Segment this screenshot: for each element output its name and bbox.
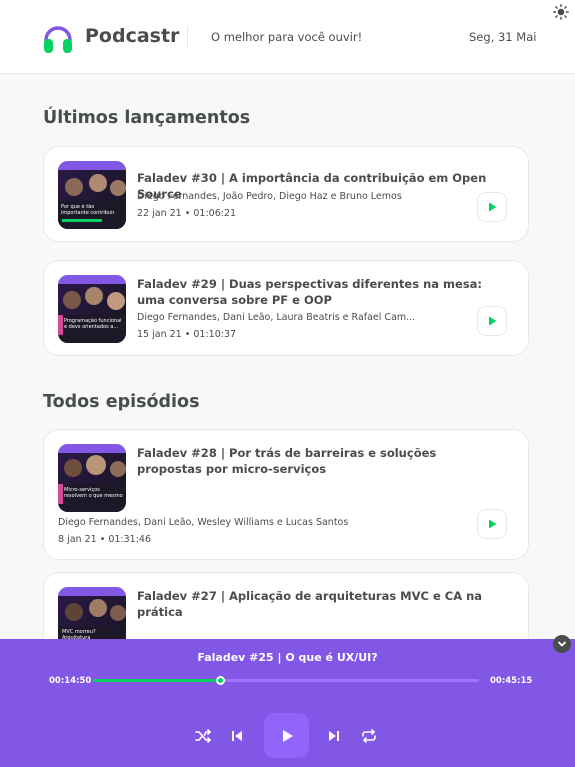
play-episode-button[interactable]	[477, 192, 507, 222]
skip-next-icon	[329, 731, 339, 741]
now-playing-title: Faladev #25 | O que é UX/UI?	[197, 651, 378, 664]
episode-thumbnail[interactable]: Programação funcional e devs orientados …	[58, 275, 126, 343]
current-date: Seg, 31 Mai	[469, 30, 537, 44]
episode-members: Diego Fernandes, Dani Leão, Wesley Willi…	[58, 517, 349, 528]
play-icon	[489, 202, 497, 212]
play-icon	[489, 519, 497, 529]
episode-title[interactable]: Faladev #27 | Aplicação de arquiteturas …	[137, 588, 497, 620]
progress-slider[interactable]	[93, 676, 479, 685]
episode-meta: 22 jan 21 • 01:06:21	[137, 208, 237, 219]
play-episode-button[interactable]	[477, 509, 507, 539]
all-episodes-section-title: Todos episódios	[43, 392, 200, 412]
headphones-icon[interactable]	[43, 22, 73, 54]
progress-handle[interactable]	[215, 676, 225, 685]
header: Podcastr O melhor para você ouvir! Seg, …	[0, 0, 575, 74]
total-time: 00:45:15	[490, 676, 533, 686]
repeat-button[interactable]	[358, 725, 380, 747]
current-time: 00:14:50	[49, 676, 92, 686]
latest-section-title: Últimos lançamentos	[43, 108, 251, 128]
episode-card[interactable]: Programação funcional e devs orientados …	[43, 260, 529, 356]
skip-previous-icon	[232, 731, 242, 741]
episode-title[interactable]: Faladev #28 | Por trás de barreiras e so…	[137, 445, 497, 477]
next-button[interactable]	[323, 725, 345, 747]
episode-title[interactable]: Faladev #29 | Duas perspectivas diferent…	[137, 276, 497, 308]
episode-thumbnail[interactable]: Micro-serviços resolvem o que mesmo	[58, 444, 126, 512]
episode-card[interactable]: Por que é tão importante contribuir em O…	[43, 146, 529, 242]
episode-members: Diego Fernandes, Dani Leão, Laura Beatri…	[137, 312, 416, 323]
shuffle-icon	[195, 729, 211, 743]
collapse-player-button[interactable]	[553, 635, 571, 653]
progress-fill	[93, 679, 220, 682]
brand-name: Podcastr	[85, 25, 180, 47]
play-icon	[489, 316, 497, 326]
chevron-down-icon	[558, 641, 566, 647]
sun-icon[interactable]	[553, 4, 569, 20]
repeat-icon	[362, 729, 376, 743]
episode-meta: 15 jan 21 • 01:10:37	[137, 329, 237, 340]
shuffle-button[interactable]	[192, 725, 214, 747]
previous-button[interactable]	[226, 725, 248, 747]
tagline: O melhor para você ouvir!	[211, 30, 363, 44]
episode-meta: 8 jan 21 • 01:31:46	[58, 534, 151, 545]
header-divider	[187, 26, 188, 48]
episode-card[interactable]: Micro-serviços resolvem o que mesmo Fala…	[43, 429, 529, 560]
play-episode-button[interactable]	[477, 306, 507, 336]
play-icon	[282, 729, 293, 742]
episode-thumbnail[interactable]: Por que é tão importante contribuir em O…	[58, 161, 126, 229]
episode-members: Diego Fernandes, João Pedro, Diego Haz e…	[137, 191, 402, 202]
play-pause-button[interactable]	[264, 713, 309, 758]
player-bar: Faladev #25 | O que é UX/UI? 00:14:50 00…	[0, 639, 575, 767]
